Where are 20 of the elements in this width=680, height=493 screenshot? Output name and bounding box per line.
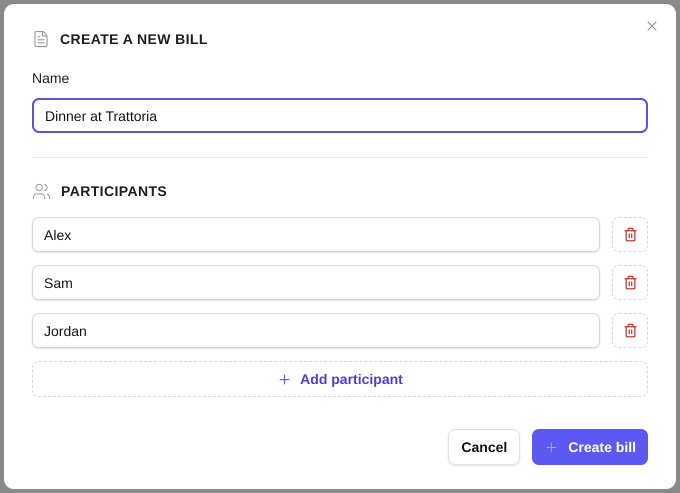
trash-icon bbox=[622, 275, 638, 290]
delete-button[interactable] bbox=[612, 217, 648, 252]
plus-icon bbox=[277, 372, 292, 386]
section-heading: PARTICIPANTS bbox=[61, 183, 168, 199]
plus-icon bbox=[544, 440, 560, 454]
dialog-title: CREATE A NEW BILL bbox=[60, 31, 208, 47]
trash-icon bbox=[622, 227, 638, 242]
people-icon bbox=[32, 182, 51, 200]
trash-icon bbox=[622, 323, 638, 338]
participant-input[interactable]: Jordan bbox=[32, 313, 600, 348]
name-input[interactable]: Dinner at Trattoria bbox=[32, 98, 648, 133]
participant-input[interactable]: Alex bbox=[32, 217, 600, 252]
delete-button[interactable] bbox=[612, 265, 648, 300]
create-bill-button[interactable]: Create bill bbox=[532, 429, 648, 465]
document-icon bbox=[32, 30, 50, 48]
name-label: Name bbox=[32, 70, 70, 86]
cancel-button[interactable]: Cancel bbox=[448, 429, 520, 465]
add-participant-button[interactable]: Add participant bbox=[32, 361, 648, 397]
participant-input[interactable]: Sam bbox=[32, 265, 600, 300]
delete-button[interactable] bbox=[612, 313, 648, 348]
